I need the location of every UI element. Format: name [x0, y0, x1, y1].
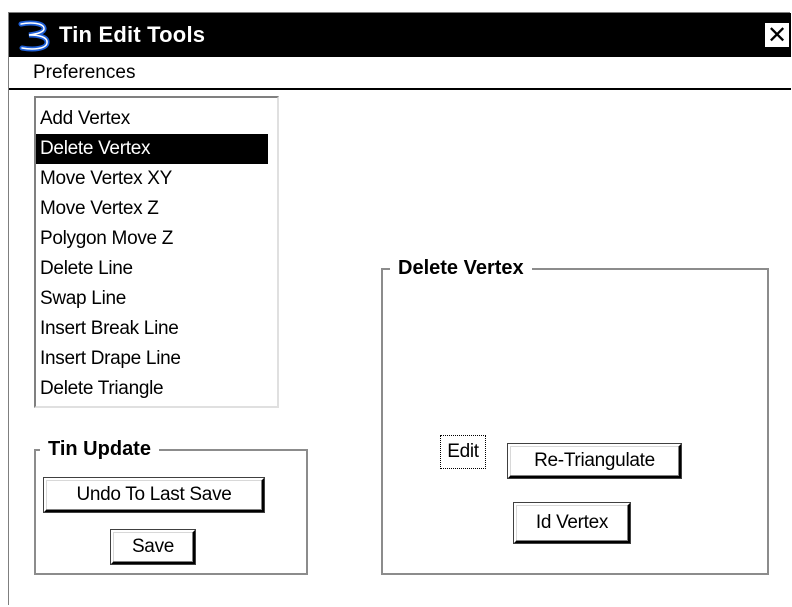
id-vertex-button[interactable]: Id Vertex — [514, 503, 630, 543]
list-item-swap-line[interactable]: Swap Line — [36, 284, 268, 314]
window-title: Tin Edit Tools — [59, 22, 206, 47]
list-item-delete-line[interactable]: Delete Line — [36, 254, 268, 284]
delete-vertex-group-label: Delete Vertex — [390, 256, 532, 280]
edit-button[interactable]: Edit — [440, 435, 486, 469]
re-triangulate-button[interactable]: Re-Triangulate — [508, 444, 681, 478]
menu-preferences[interactable]: Preferences — [33, 61, 135, 85]
menu-bar: Preferences — [9, 57, 791, 90]
list-item-polygon-move-z[interactable]: Polygon Move Z — [36, 224, 268, 254]
list-item-add-vertex[interactable]: Add Vertex — [36, 104, 268, 134]
title-bar[interactable]: Tin Edit Tools ✕ — [9, 13, 791, 57]
list-item-move-vertex-z[interactable]: Move Vertex Z — [36, 194, 268, 224]
list-item-move-vertex-xy[interactable]: Move Vertex XY — [36, 164, 268, 194]
list-item-insert-break-line[interactable]: Insert Break Line — [36, 314, 268, 344]
undo-to-last-save-button[interactable]: Undo To Last Save — [44, 478, 264, 512]
list-item-delete-vertex[interactable]: Delete Vertex — [36, 134, 268, 164]
close-button[interactable]: ✕ — [765, 23, 789, 47]
list-item-insert-drape-line[interactable]: Insert Drape Line — [36, 344, 268, 374]
tin-update-group-label: Tin Update — [40, 437, 159, 461]
save-button[interactable]: Save — [111, 530, 195, 564]
bentley-b-icon — [18, 20, 50, 52]
tool-listbox[interactable]: Add Vertex Delete Vertex Move Vertex XY … — [34, 96, 279, 408]
list-item-delete-triangle[interactable]: Delete Triangle — [36, 374, 268, 404]
